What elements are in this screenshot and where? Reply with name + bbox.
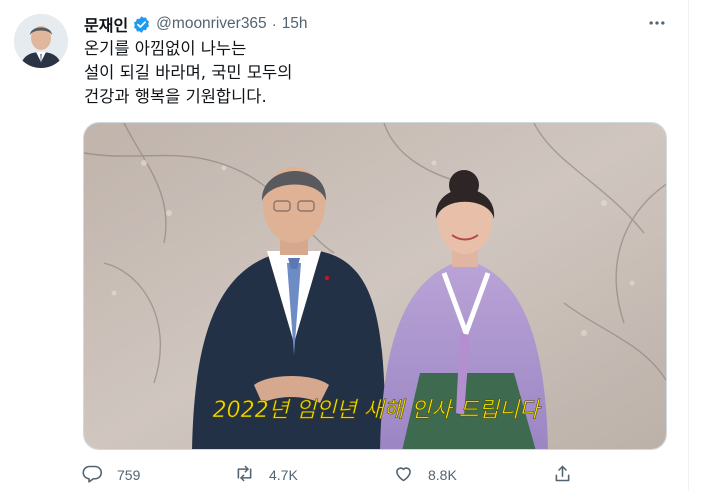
reply-button[interactable]: 759 — [82, 460, 140, 490]
reply-count: 759 — [117, 467, 141, 483]
tweet-header: 문재인 @moonriver365 · 15h — [84, 12, 308, 36]
tweet-video-media[interactable]: 2022년 임인년 새해 인사 드립니다 — [83, 122, 667, 450]
heart-icon — [393, 463, 414, 487]
author-handle[interactable]: @moonriver365 — [156, 15, 267, 33]
verified-badge-icon — [132, 15, 151, 34]
header-separator: · — [271, 15, 277, 33]
retweet-button[interactable]: 4.7K — [234, 460, 298, 490]
video-caption: 2022년 임인년 새해 인사 드립니다 — [213, 398, 543, 423]
tweet-actions: 759 4.7K 8.8K — [80, 460, 600, 490]
reply-icon — [82, 463, 103, 487]
tweet-timestamp[interactable]: 15h — [282, 15, 308, 33]
like-count: 8.8K — [428, 467, 457, 483]
like-button[interactable]: 8.8K — [393, 460, 457, 490]
tweet-text-line: 건강과 행복을 기원합니다. — [84, 87, 267, 106]
tweet-text-line: 온기를 아낌없이 나누는 — [84, 39, 247, 58]
share-icon — [552, 463, 573, 487]
author-avatar[interactable] — [14, 14, 68, 68]
more-icon — [647, 13, 667, 38]
tweet[interactable]: 문재인 @moonriver365 · 15h 온기를 아낌없이 나누는 설이 … — [0, 0, 688, 491]
tweet-text: 온기를 아낌없이 나누는 설이 되길 바라며, 국민 모두의 건강과 행복을 기… — [84, 37, 664, 109]
author-name[interactable]: 문재인 — [84, 12, 128, 36]
share-button[interactable] — [552, 460, 573, 490]
column-divider — [688, 0, 689, 491]
tweet-text-line: 설이 되길 바라며, 국민 모두의 — [84, 63, 293, 82]
retweet-count: 4.7K — [269, 467, 298, 483]
retweet-icon — [234, 463, 255, 487]
more-options-button[interactable] — [640, 12, 674, 38]
